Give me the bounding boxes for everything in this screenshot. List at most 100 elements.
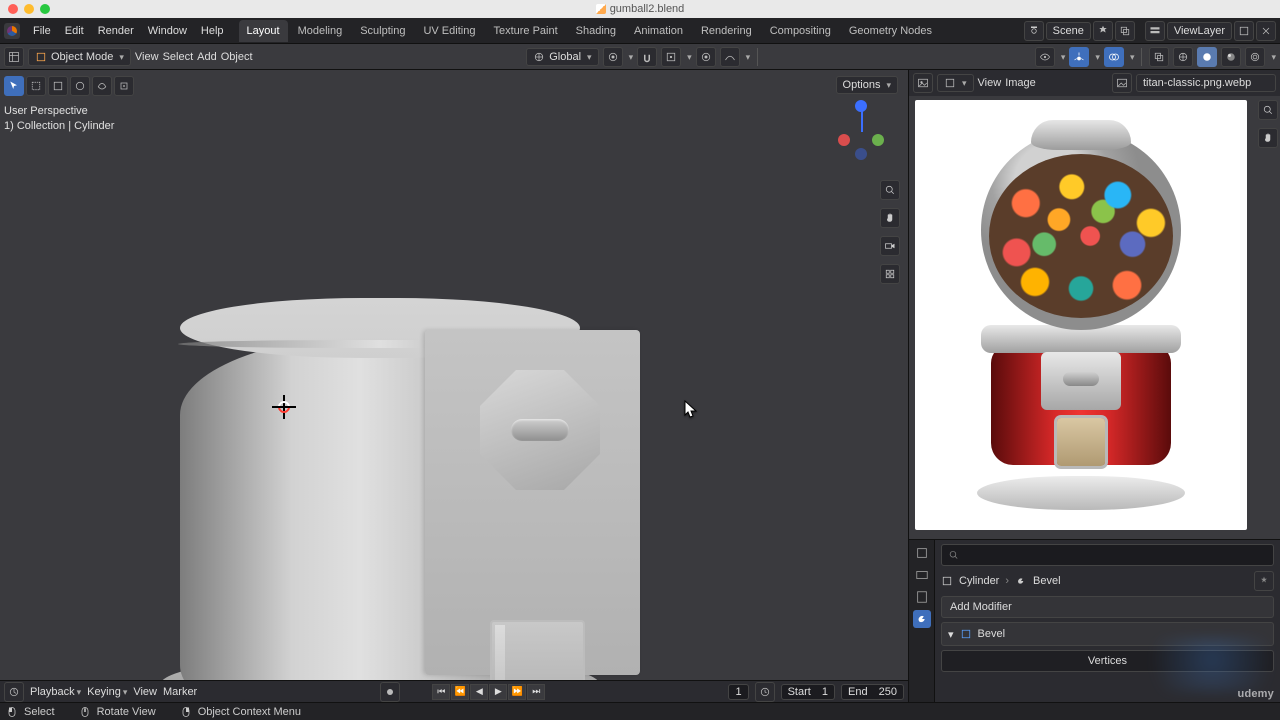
shading-rendered-icon[interactable]: [1245, 47, 1265, 67]
workspace-geometry-nodes[interactable]: Geometry Nodes: [841, 20, 940, 42]
workspace-shading[interactable]: Shading: [568, 20, 624, 42]
workspace-animation[interactable]: Animation: [626, 20, 691, 42]
workspace-rendering[interactable]: Rendering: [693, 20, 760, 42]
shading-caret[interactable]: [1269, 51, 1276, 63]
gizmo-axis-z-icon[interactable]: [855, 100, 867, 112]
pivot-point-caret[interactable]: [627, 51, 634, 63]
prop-tab-modifier-icon[interactable]: [913, 610, 931, 628]
vp-menu-select[interactable]: Select: [163, 51, 194, 63]
workspace-texture-paint[interactable]: Texture Paint: [485, 20, 565, 42]
navigation-gizmo[interactable]: [832, 100, 892, 160]
image-mode-dropdown[interactable]: [937, 74, 974, 92]
selection-mode-lasso-icon[interactable]: [92, 76, 112, 96]
add-modifier-button[interactable]: Add Modifier: [941, 596, 1274, 618]
snap-element-caret[interactable]: [685, 51, 692, 63]
workspace-uv-editing[interactable]: UV Editing: [415, 20, 483, 42]
img-menu-image[interactable]: Image: [1005, 77, 1036, 89]
next-keyframe-icon[interactable]: ⏩: [508, 684, 526, 700]
editor-type-icon[interactable]: [4, 47, 24, 67]
play-icon[interactable]: ▶: [489, 684, 507, 700]
vp-menu-add[interactable]: Add: [197, 51, 217, 63]
properties-search[interactable]: [941, 544, 1274, 566]
image-name-field[interactable]: titan-classic.png.webp: [1136, 74, 1276, 92]
bevel-affect-field[interactable]: Vertices: [941, 650, 1274, 672]
snap-element-icon[interactable]: [661, 47, 681, 67]
shading-wireframe-icon[interactable]: [1173, 47, 1193, 67]
selection-mode-circle-icon[interactable]: [70, 76, 90, 96]
tl-menu-marker[interactable]: Marker: [163, 686, 197, 698]
menu-edit[interactable]: Edit: [58, 18, 91, 44]
tl-menu-view[interactable]: View: [133, 686, 157, 698]
tl-menu-keying[interactable]: Keying: [87, 686, 127, 698]
viewport-options-button[interactable]: Options: [836, 76, 898, 94]
disclosure-triangle-icon[interactable]: ▾: [948, 628, 954, 641]
zoom-icon[interactable]: [880, 180, 900, 200]
overlays-caret[interactable]: [1128, 51, 1135, 63]
modifier-name[interactable]: Bevel: [978, 628, 1006, 640]
jump-end-icon[interactable]: ⏭: [527, 684, 545, 700]
menu-render[interactable]: Render: [91, 18, 141, 44]
crumb-object[interactable]: Cylinder: [959, 575, 999, 587]
menu-help[interactable]: Help: [194, 18, 231, 44]
scene-name-field[interactable]: Scene: [1046, 22, 1091, 40]
current-frame-field[interactable]: 1: [728, 684, 748, 700]
obj-types-caret[interactable]: [1059, 51, 1066, 63]
workspace-modeling[interactable]: Modeling: [290, 20, 351, 42]
prop-tab-tool-icon[interactable]: [913, 544, 931, 562]
proportional-falloff-caret[interactable]: [744, 51, 751, 63]
camera-view-icon[interactable]: [880, 236, 900, 256]
workspace-compositing[interactable]: Compositing: [762, 20, 839, 42]
menu-file[interactable]: File: [26, 18, 58, 44]
interaction-mode-dropdown[interactable]: Object Mode: [28, 48, 131, 66]
crumb-modifier[interactable]: Bevel: [1033, 575, 1061, 587]
properties-search-input[interactable]: [965, 549, 1267, 561]
image-browse-icon[interactable]: [1112, 73, 1132, 93]
frame-clock-icon[interactable]: [755, 682, 775, 702]
gizmo-caret[interactable]: [1093, 51, 1100, 63]
transform-orientation-dropdown[interactable]: Global: [526, 48, 598, 66]
selection-mode-box-icon[interactable]: [48, 76, 68, 96]
proportional-falloff-icon[interactable]: [720, 47, 740, 67]
shading-matprev-icon[interactable]: [1221, 47, 1241, 67]
timeline-editor-type-icon[interactable]: [4, 682, 24, 702]
selection-mode-tweak-icon[interactable]: [26, 76, 46, 96]
proportional-edit-icon[interactable]: [696, 47, 716, 67]
xray-toggle-icon[interactable]: [1149, 47, 1169, 67]
pin-props-icon[interactable]: [1254, 571, 1274, 591]
viewlayer-name-field[interactable]: ViewLayer: [1167, 22, 1232, 40]
autokey-icon[interactable]: [380, 682, 400, 702]
img-zoom-icon[interactable]: [1258, 100, 1278, 120]
play-reverse-icon[interactable]: ◀: [470, 684, 488, 700]
jump-start-icon[interactable]: ⏮: [432, 684, 450, 700]
scene-browse-icon[interactable]: [1024, 21, 1044, 41]
tool-select-box-icon[interactable]: [4, 76, 24, 96]
selection-mode-extra-icon[interactable]: [114, 76, 134, 96]
start-frame-field[interactable]: Start 1: [781, 684, 835, 700]
show-overlays-icon[interactable]: [1104, 47, 1124, 67]
gizmo-axis-negz-icon[interactable]: [855, 148, 867, 160]
workspace-layout[interactable]: Layout: [239, 20, 288, 42]
vp-menu-view[interactable]: View: [135, 51, 159, 63]
img-pan-icon[interactable]: [1258, 128, 1278, 148]
workspace-sculpting[interactable]: Sculpting: [352, 20, 413, 42]
prop-tab-render-icon[interactable]: [913, 566, 931, 584]
modifier-bevel-row[interactable]: ▾ Bevel: [941, 622, 1274, 646]
new-scene-icon[interactable]: [1115, 21, 1135, 41]
show-gizmo-icon[interactable]: [1069, 47, 1089, 67]
object-types-visibility-icon[interactable]: [1035, 47, 1055, 67]
new-viewlayer-icon[interactable]: [1234, 21, 1254, 41]
pan-hand-icon[interactable]: [880, 208, 900, 228]
viewlayer-browse-icon[interactable]: [1145, 21, 1165, 41]
pivot-point-icon[interactable]: [603, 47, 623, 67]
shading-solid-icon[interactable]: [1197, 47, 1217, 67]
img-menu-view[interactable]: View: [978, 77, 1002, 89]
perspective-toggle-icon[interactable]: [880, 264, 900, 284]
snap-toggle-icon[interactable]: [637, 47, 657, 67]
prop-tab-output-icon[interactable]: [913, 588, 931, 606]
blender-logo-icon[interactable]: [4, 23, 20, 39]
vp-menu-object[interactable]: Object: [221, 51, 253, 63]
pin-scene-icon[interactable]: [1093, 21, 1113, 41]
tl-menu-playback[interactable]: Playback: [30, 686, 81, 698]
end-frame-field[interactable]: End 250: [841, 684, 904, 700]
image-editor-type-icon[interactable]: [913, 73, 933, 93]
